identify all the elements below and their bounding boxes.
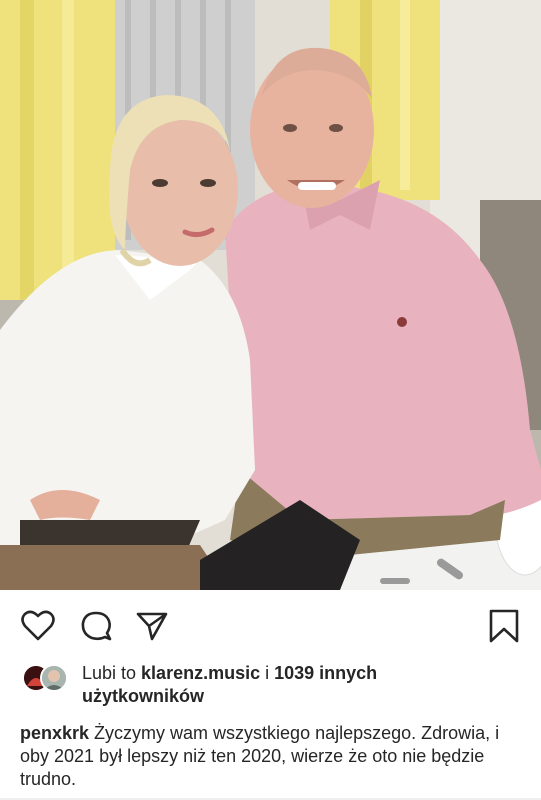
instagram-post: Lubi to klarenz.music i 1039 innych użyt… (0, 0, 541, 800)
caption-username[interactable]: penxkrk (20, 723, 89, 743)
likes-section: Lubi to klarenz.music i 1039 innych użyt… (20, 662, 530, 712)
bookmark-icon[interactable] (486, 608, 522, 644)
liker-avatars[interactable] (22, 664, 70, 692)
comment-icon[interactable] (78, 608, 114, 644)
likes-count[interactable]: 1039 innych (274, 663, 377, 683)
likes-users-label[interactable]: użytkowników (82, 685, 204, 708)
liker-username[interactable]: klarenz.music (141, 663, 260, 683)
caption-text: Życzymy wam wszystkiego najlepszego. Zdr… (20, 723, 500, 789)
photo-illustration (0, 0, 541, 590)
likes-text: Lubi to klarenz.music i 1039 innych (82, 662, 522, 685)
avatar (40, 664, 68, 692)
action-bar (0, 590, 541, 660)
heart-icon[interactable] (20, 608, 56, 644)
likes-middle: i (260, 663, 275, 683)
likes-prefix: Lubi to (82, 663, 142, 683)
post-caption: penxkrk Życzymy wam wszystkiego najlepsz… (20, 722, 520, 791)
paper-plane-icon[interactable] (134, 608, 170, 644)
post-photo[interactable] (0, 0, 541, 590)
